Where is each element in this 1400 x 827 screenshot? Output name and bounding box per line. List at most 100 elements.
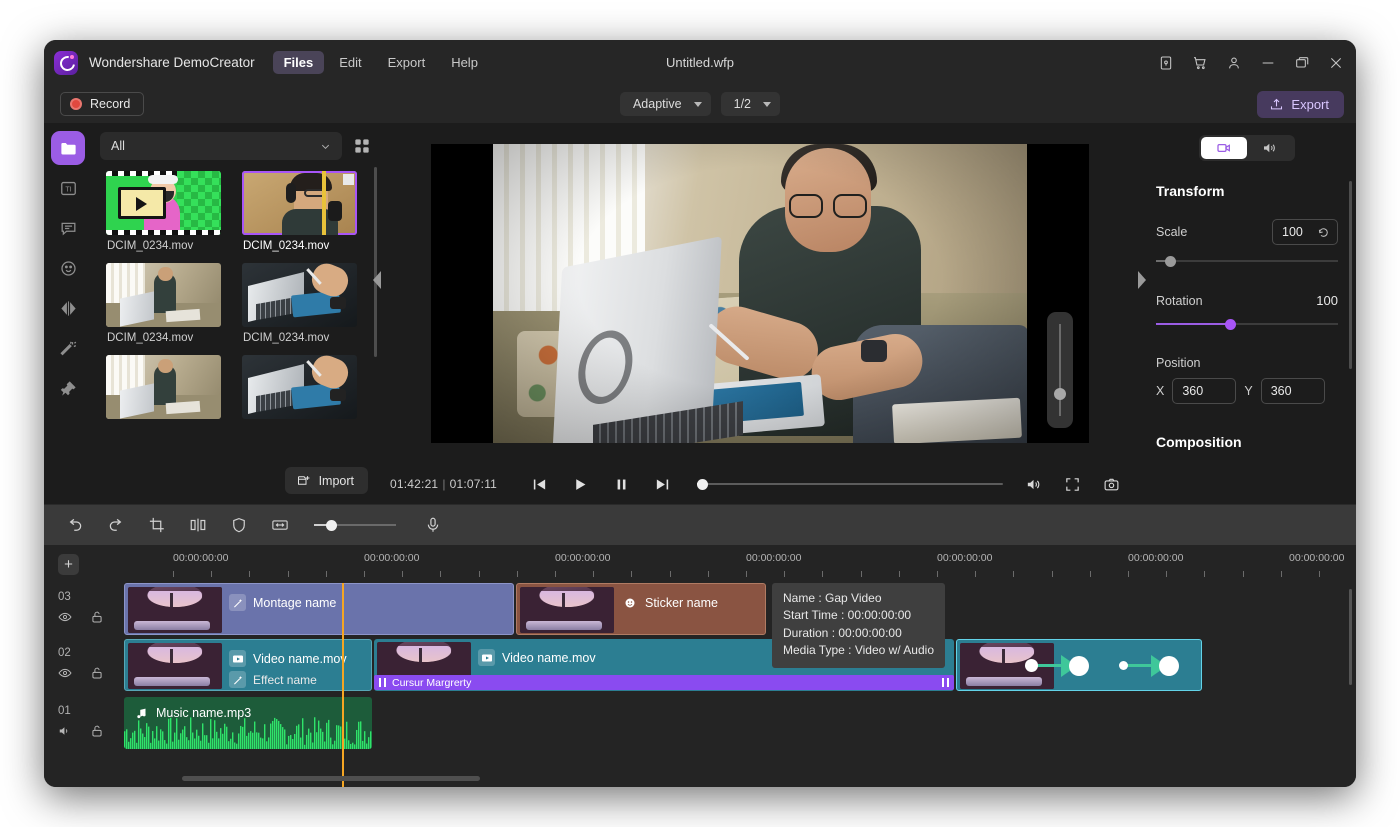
playhead[interactable] bbox=[342, 583, 344, 787]
speaker-icon[interactable] bbox=[58, 724, 72, 738]
media-item-name: DCIM_0234.mov bbox=[107, 332, 194, 344]
rail-item-effects[interactable] bbox=[51, 331, 85, 365]
rail-item-titles[interactable]: TI bbox=[51, 171, 85, 205]
mask-button[interactable] bbox=[224, 516, 254, 534]
clip-music[interactable]: Music name.mp3 bbox=[124, 697, 372, 749]
media-item[interactable]: DCIM_0234.mov bbox=[242, 171, 357, 259]
ruler-label: 00:00:00:00 bbox=[364, 552, 420, 564]
media-filter-select[interactable]: All bbox=[100, 132, 342, 160]
menu-item-files[interactable]: Files bbox=[272, 51, 325, 74]
media-thumbnail[interactable] bbox=[242, 171, 357, 235]
zoom-select[interactable]: 1/2 bbox=[720, 92, 781, 116]
volume-icon[interactable] bbox=[1025, 476, 1042, 493]
eye-icon[interactable] bbox=[58, 666, 72, 680]
timeline-zoom-slider[interactable] bbox=[314, 519, 396, 531]
timeline-horizontal-scrollbar[interactable] bbox=[182, 776, 480, 781]
fullscreen-icon[interactable] bbox=[1064, 476, 1081, 493]
timeline-ruler-body[interactable]: 00:00:00:00 00:00:00:00 00:00:00:00 00:0… bbox=[124, 545, 1356, 583]
media-item[interactable]: DCIM_0234.mov bbox=[242, 263, 357, 351]
menu-item-edit[interactable]: Edit bbox=[328, 51, 372, 74]
unlock-icon[interactable] bbox=[90, 666, 104, 680]
y-input[interactable]: 360 bbox=[1260, 378, 1325, 404]
rotation-slider-knob[interactable] bbox=[1225, 318, 1237, 330]
video-preview[interactable] bbox=[431, 144, 1089, 443]
player-progress-slider[interactable] bbox=[697, 477, 1003, 491]
properties-scrollbar[interactable] bbox=[1349, 181, 1352, 369]
rail-item-transitions[interactable] bbox=[51, 291, 85, 325]
quality-select[interactable]: Adaptive bbox=[619, 92, 711, 116]
cart-icon[interactable] bbox=[1192, 55, 1208, 71]
media-item[interactable] bbox=[242, 355, 357, 419]
record-button[interactable]: Record bbox=[60, 92, 145, 116]
keyframe-end-2[interactable] bbox=[1159, 656, 1179, 676]
unlock-icon[interactable] bbox=[90, 724, 104, 738]
minimize-icon[interactable] bbox=[1260, 55, 1276, 71]
tab-audio[interactable] bbox=[1247, 137, 1293, 159]
zoom-slider-knob[interactable] bbox=[326, 519, 337, 531]
import-button[interactable]: Import bbox=[284, 467, 368, 494]
undo-button[interactable] bbox=[60, 516, 90, 534]
chevron-down-icon bbox=[693, 101, 702, 107]
menu-item-export[interactable]: Export bbox=[377, 51, 437, 74]
media-item[interactable]: DCIM_0234.mov bbox=[106, 263, 221, 351]
media-thumbnail[interactable] bbox=[242, 263, 357, 327]
keyframe-end-1[interactable] bbox=[1069, 656, 1089, 676]
scale-input[interactable]: 100 bbox=[1272, 219, 1338, 245]
eye-icon[interactable] bbox=[58, 610, 72, 624]
collapse-left-panel-button[interactable] bbox=[373, 271, 382, 289]
redo-button[interactable] bbox=[101, 516, 131, 534]
next-frame-icon[interactable] bbox=[654, 476, 671, 493]
media-thumbnail[interactable] bbox=[106, 355, 221, 419]
media-item[interactable]: DCIM_0234.mov bbox=[106, 171, 221, 259]
rail-item-captions[interactable] bbox=[51, 211, 85, 245]
restore-icon[interactable] bbox=[1294, 55, 1310, 71]
rail-item-stickers[interactable] bbox=[51, 251, 85, 285]
x-input[interactable]: 360 bbox=[1172, 378, 1237, 404]
clip-name: Video name.mov bbox=[502, 650, 596, 665]
pause-icon[interactable] bbox=[613, 476, 630, 493]
media-thumbnail[interactable] bbox=[106, 171, 221, 235]
video-play-icon bbox=[229, 650, 246, 667]
tab-video[interactable] bbox=[1201, 137, 1247, 159]
collapse-right-panel-button[interactable] bbox=[1138, 271, 1147, 289]
close-icon[interactable] bbox=[1328, 55, 1344, 71]
rail-item-media-library[interactable] bbox=[51, 131, 85, 165]
play-icon[interactable] bbox=[572, 476, 589, 493]
fit-width-button[interactable] bbox=[265, 516, 295, 534]
save-icon[interactable] bbox=[1158, 55, 1174, 71]
unlock-icon[interactable] bbox=[90, 610, 104, 624]
media-panel-scrollbar[interactable] bbox=[374, 167, 377, 357]
preview-volume-slider[interactable] bbox=[1047, 312, 1073, 428]
grid-view-icon[interactable] bbox=[352, 136, 372, 156]
player-bar: 01:42:21 | 01:07:11 bbox=[382, 464, 1138, 504]
crop-button[interactable] bbox=[142, 516, 172, 534]
reset-icon[interactable] bbox=[1317, 226, 1330, 239]
clip-video-keyframes[interactable] bbox=[956, 639, 1202, 691]
rail-item-annotations[interactable] bbox=[51, 371, 85, 405]
add-track-button[interactable]: + bbox=[58, 554, 79, 575]
timeline-vertical-scrollbar[interactable] bbox=[1349, 589, 1352, 685]
volume-slider-knob[interactable] bbox=[1054, 388, 1066, 400]
cursor-annotation-bar[interactable]: Cursur Margrerty bbox=[374, 675, 954, 690]
rotation-slider[interactable] bbox=[1156, 318, 1338, 330]
clip-video-1[interactable]: Video name.mov Effect name bbox=[124, 639, 372, 691]
progress-knob[interactable] bbox=[697, 478, 709, 490]
prev-frame-icon[interactable] bbox=[531, 476, 548, 493]
clip-sticker[interactable]: Sticker name bbox=[516, 583, 766, 635]
media-item[interactable] bbox=[106, 355, 221, 419]
media-thumbnail[interactable] bbox=[242, 355, 357, 419]
split-button[interactable] bbox=[183, 516, 213, 534]
scale-slider-knob[interactable] bbox=[1165, 255, 1177, 267]
snapshot-icon[interactable] bbox=[1103, 476, 1120, 493]
menu-item-help[interactable]: Help bbox=[440, 51, 489, 74]
clip-sublabel: Effect name bbox=[229, 671, 317, 688]
media-thumbnail[interactable] bbox=[106, 263, 221, 327]
microphone-button[interactable] bbox=[418, 516, 448, 534]
scale-slider[interactable] bbox=[1156, 255, 1338, 267]
keyframe-start-2[interactable] bbox=[1119, 661, 1128, 670]
export-button[interactable]: Export bbox=[1257, 90, 1344, 118]
keyframe-start-1[interactable] bbox=[1025, 659, 1038, 672]
app-name: Wondershare DemoCreator bbox=[89, 55, 255, 70]
account-icon[interactable] bbox=[1226, 55, 1242, 71]
clip-montage[interactable]: Montage name bbox=[124, 583, 514, 635]
